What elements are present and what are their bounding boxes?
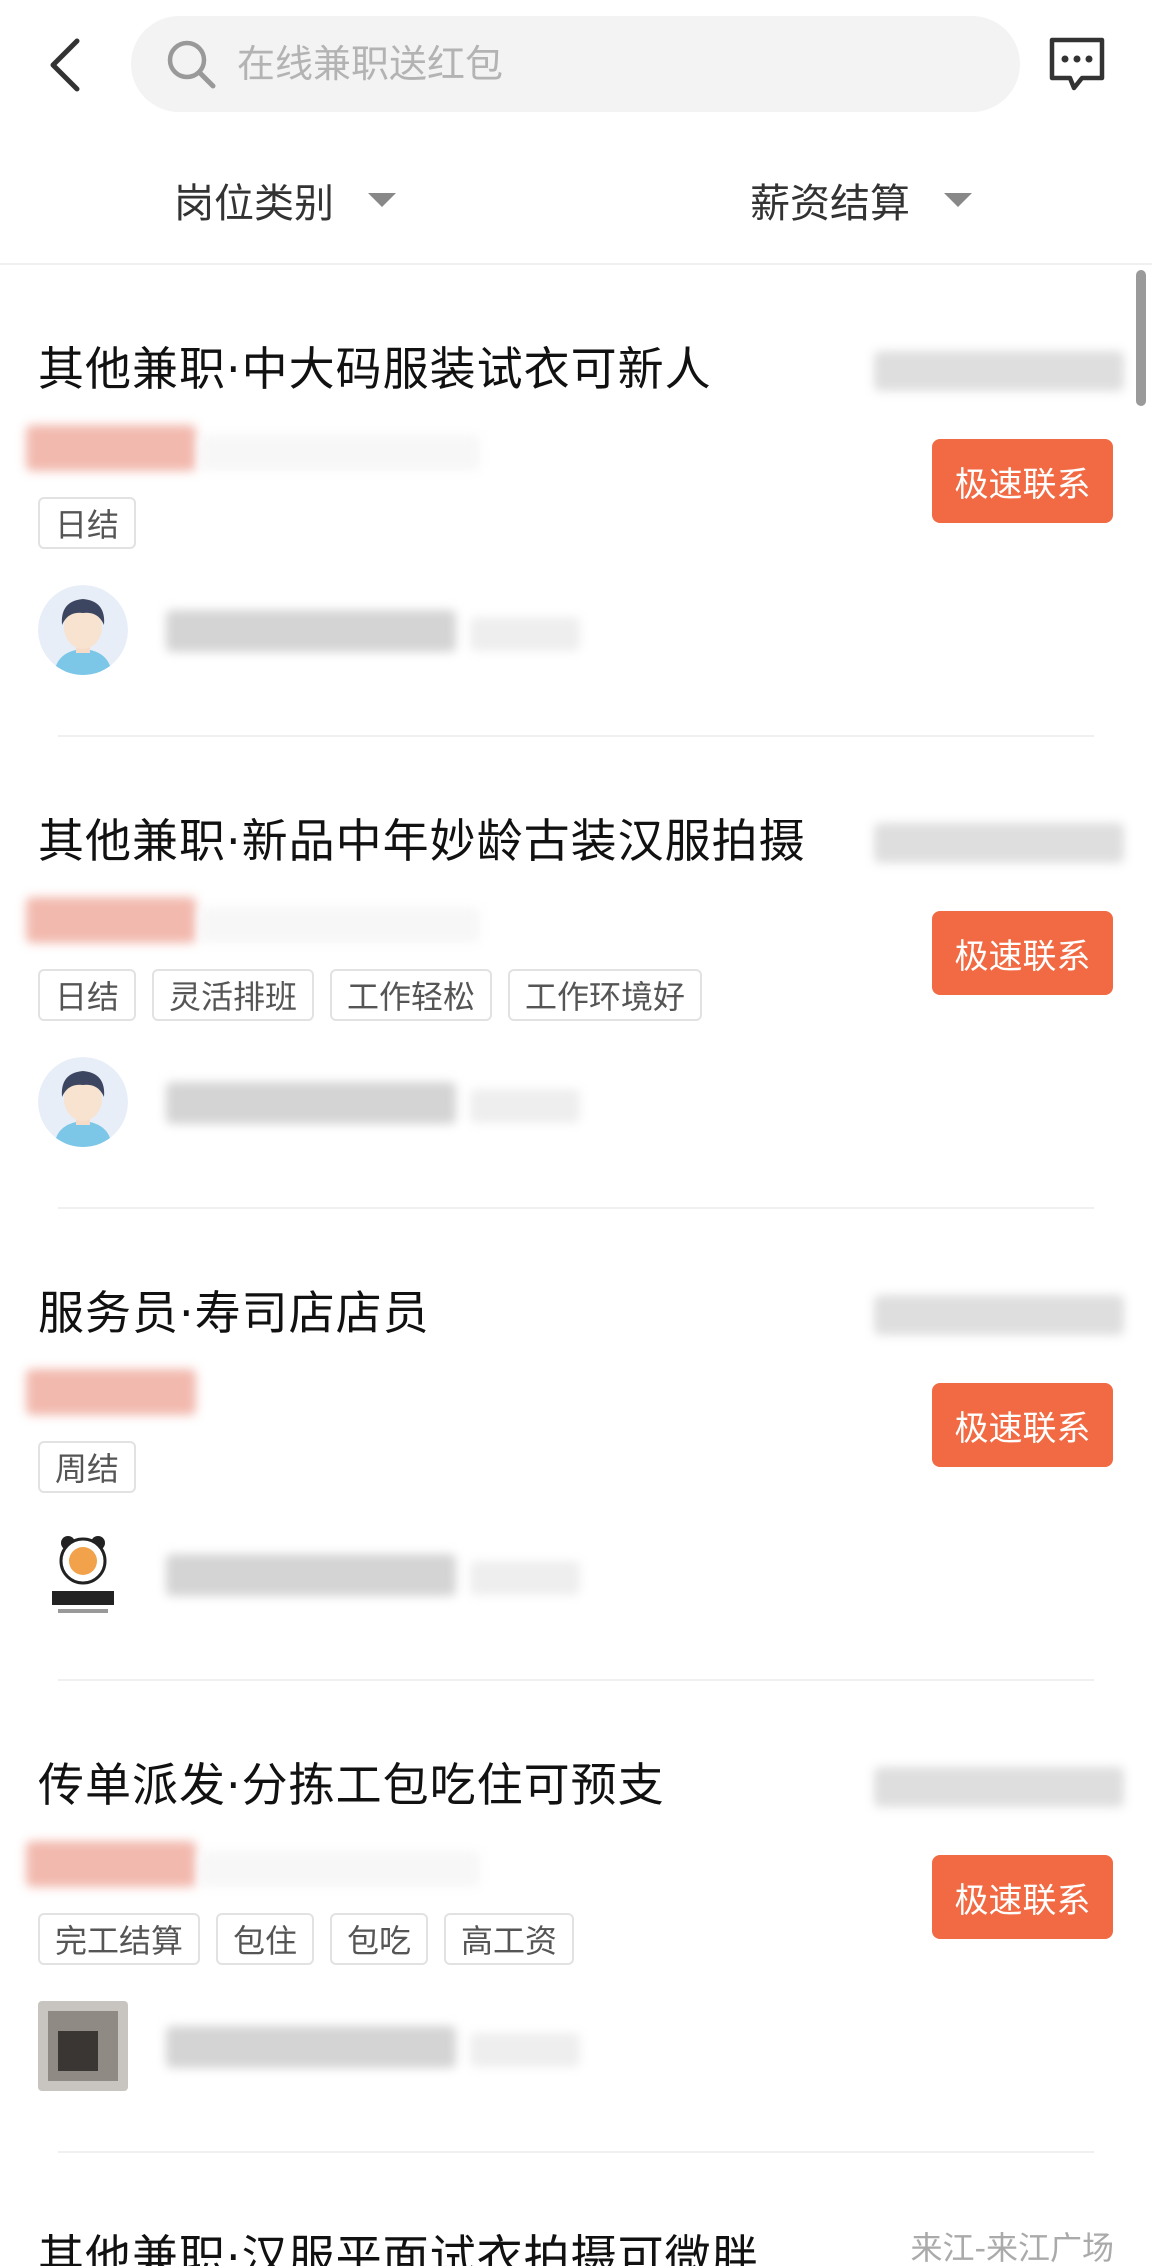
message-icon [1049,37,1105,91]
tag-list: 周结 [38,1441,137,1493]
caret-down-icon [944,193,972,207]
quick-contact-button[interactable]: 极速联系 [932,1383,1113,1467]
job-card[interactable]: 其他兼职·中大码服装试衣可新人 日结 极速联系 [0,265,1152,737]
salary-redacted [26,1841,196,1887]
location-redacted [874,351,1124,391]
tag: 灵活排班 [152,969,315,1021]
location-redacted [874,823,1124,863]
quick-contact-button[interactable]: 极速联系 [932,439,1113,523]
job-card[interactable]: 传单派发·分拣工包吃住可预支 完工结算 包住 包吃 高工资 极速联系 [0,1681,1152,2153]
tag-list: 日结 [38,497,137,549]
tag: 日结 [38,497,137,549]
salary-redacted [26,1369,196,1415]
filter-label: 薪资结算 [750,181,910,227]
publisher-name-redacted [166,2026,456,2068]
avatar [38,585,128,675]
job-title: 其他兼职·新品中年妙龄古装汉服拍摄 [38,814,806,868]
job-card[interactable]: 其他兼职·汉服平面试衣拍摄可微胖 来江-来江广场 [0,2153,1152,2266]
caret-down-icon [368,193,396,207]
filter-salary-settlement[interactable]: 薪资结算 [750,172,972,228]
quick-contact-button[interactable]: 极速联系 [932,1855,1113,1939]
job-title: 其他兼职·汉服平面试衣拍摄可微胖 [38,2230,759,2266]
tag: 工作轻松 [330,969,493,1021]
filter-bar: 岗位类别 薪资结算 [0,150,1152,265]
job-title: 其他兼职·中大码服装试衣可新人 [38,342,712,396]
publisher-name-redacted [470,1561,580,1595]
tag: 高工资 [444,1913,575,1965]
company-logo [38,1529,128,1619]
salary-redacted [200,1851,480,1887]
publisher-name-redacted [166,610,456,652]
salary-redacted [200,435,480,471]
tag-list: 完工结算 包住 包吃 高工资 [38,1913,575,1965]
job-title: 传单派发·分拣工包吃住可预支 [38,1758,665,1812]
search-icon [165,37,219,91]
search-input[interactable] [237,42,937,86]
message-button[interactable] [1046,34,1108,96]
tag-list: 日结 灵活排班 工作轻松 工作环境好 [38,969,703,1021]
chevron-left-icon [50,38,80,92]
salary-redacted [200,907,480,943]
tag: 工作环境好 [508,969,703,1021]
tag: 周结 [38,1441,137,1493]
job-list: 其他兼职·中大码服装试衣可新人 日结 极速联系 其他兼职·新品中年妙龄古装汉服拍… [0,265,1152,2266]
location-redacted [874,1295,1124,1335]
salary-redacted [26,897,196,943]
publisher-name-redacted [166,1554,456,1596]
job-card[interactable]: 其他兼职·新品中年妙龄古装汉服拍摄 日结 灵活排班 工作轻松 工作环境好 极速联… [0,737,1152,1209]
filter-job-category[interactable]: 岗位类别 [174,172,396,228]
location-redacted [874,1767,1124,1807]
job-title: 服务员·寿司店店员 [38,1286,430,1340]
tag: 包住 [216,1913,315,1965]
publisher-name-redacted [470,1089,580,1123]
publisher-name-redacted [470,617,580,651]
tag: 日结 [38,969,137,1021]
search-box[interactable] [131,16,1020,112]
tag: 完工结算 [38,1913,201,1965]
job-location: 来江-来江广场 [910,2229,1114,2266]
avatar [38,2001,128,2091]
avatar [38,1057,128,1147]
job-card[interactable]: 服务员·寿司店店员 周结 极速联系 [0,1209,1152,1681]
top-bar [0,0,1152,130]
filter-label: 岗位类别 [174,181,334,227]
quick-contact-button[interactable]: 极速联系 [932,911,1113,995]
publisher-name-redacted [166,1082,456,1124]
salary-redacted [26,425,196,471]
tag: 包吃 [330,1913,429,1965]
back-button[interactable] [40,30,90,100]
publisher-name-redacted [470,2033,580,2067]
